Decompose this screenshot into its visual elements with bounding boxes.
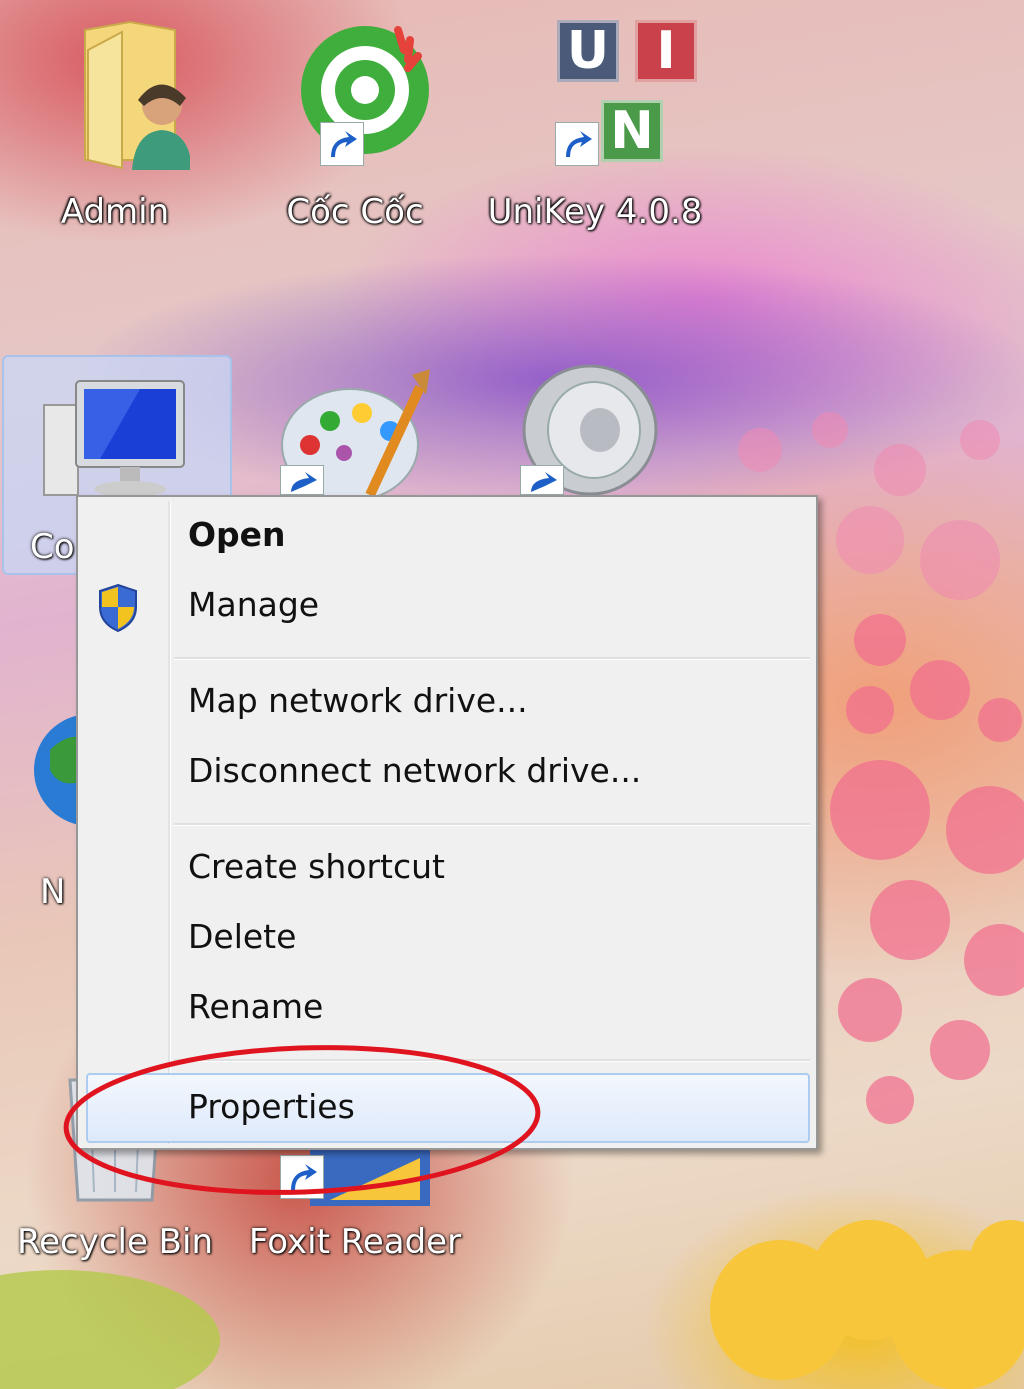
desktop-icon-speaker[interactable] xyxy=(510,360,670,496)
menu-item-map-network-drive[interactable]: Map network drive... xyxy=(86,671,810,733)
menu-item-open[interactable]: Open xyxy=(86,505,810,567)
menu-item-label: Disconnect network drive... xyxy=(188,751,642,790)
desktop-icon-label: UniKey 4.0.8 xyxy=(487,192,703,232)
menu-item-disconnect-network-drive[interactable]: Disconnect network drive... xyxy=(86,741,810,803)
desktop-icon-unikey[interactable]: U I N UniKey 4.0.8 xyxy=(480,10,710,232)
menu-item-create-shortcut[interactable]: Create shortcut xyxy=(86,837,810,899)
unikey-icon: U I N xyxy=(515,10,697,166)
shortcut-arrow-icon xyxy=(520,465,564,495)
menu-separator xyxy=(174,657,810,660)
menu-separator xyxy=(174,823,810,826)
uac-shield-icon xyxy=(96,583,140,641)
menu-item-delete[interactable]: Delete xyxy=(86,907,810,969)
menu-item-label: Open xyxy=(188,515,286,554)
desktop-icon-admin[interactable]: Admin xyxy=(0,10,230,232)
menu-item-label: Create shortcut xyxy=(188,847,445,886)
menu-item-manage[interactable]: Manage xyxy=(86,575,810,637)
desktop-icon-label: Admin xyxy=(60,192,170,232)
menu-item-label: Manage xyxy=(188,585,320,624)
desktop-icon-label: Foxit Reader xyxy=(248,1222,462,1262)
desktop-icon-paint[interactable] xyxy=(270,365,440,502)
desktop-icon-label: Recycle Bin xyxy=(16,1222,213,1262)
shortcut-arrow-icon xyxy=(555,122,599,166)
shortcut-arrow-icon xyxy=(280,465,324,495)
unikey-letter-u: U xyxy=(557,20,619,82)
menu-item-label: Rename xyxy=(188,987,324,1026)
desktop-icon-coccoc[interactable]: Cốc Cốc xyxy=(240,10,470,232)
annotation-red-ellipse xyxy=(63,1045,541,1195)
menu-item-label: Map network drive... xyxy=(188,681,528,720)
menu-item-label: Delete xyxy=(188,917,297,956)
desktop-icon-label: Cốc Cốc xyxy=(286,192,424,232)
desktop-icon-label: Co xyxy=(30,527,75,567)
unikey-letter-i: I xyxy=(635,20,697,82)
user-folder-icon xyxy=(40,10,192,170)
shortcut-arrow-icon xyxy=(320,122,364,166)
desktop-icon-label: N xyxy=(40,872,66,912)
computer-icon xyxy=(40,375,190,509)
menu-item-rename[interactable]: Rename xyxy=(86,977,810,1039)
unikey-letter-n: N xyxy=(601,100,663,162)
coccoc-browser-icon xyxy=(280,10,430,166)
